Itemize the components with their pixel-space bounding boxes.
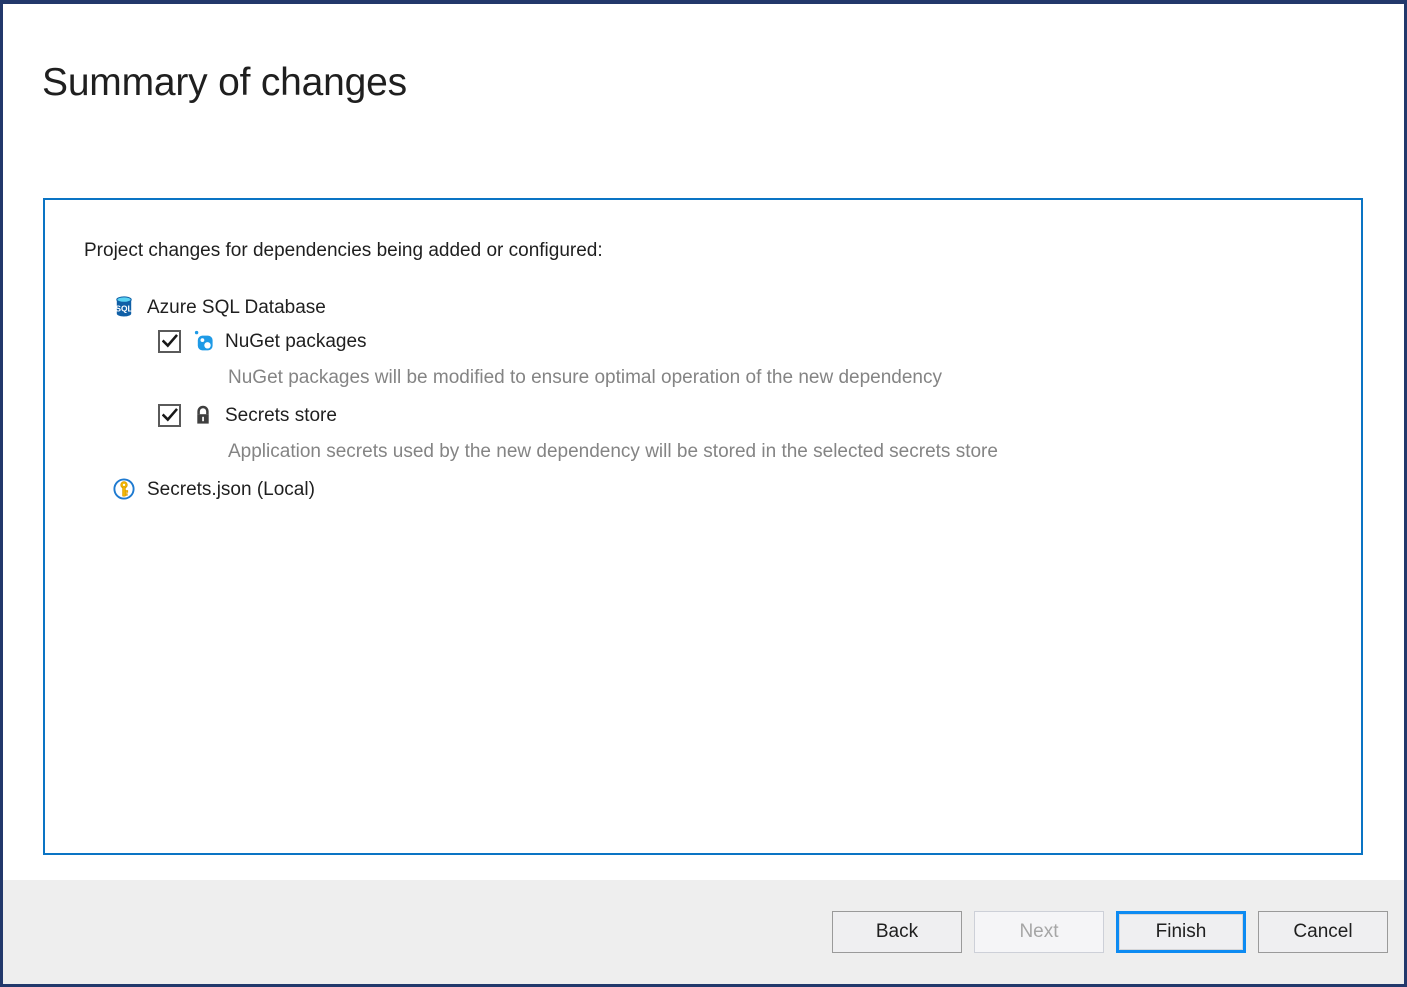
tree-item-nuget-packages[interactable]: NuGet packages xyxy=(45,324,1361,358)
tree-item-secrets-json-local[interactable]: Secrets.json (Local) xyxy=(45,472,1361,506)
finish-button[interactable]: Finish xyxy=(1116,911,1246,953)
change-tree: SQL Azure SQL Database xyxy=(45,290,1361,506)
tree-item-label: NuGet packages xyxy=(225,332,367,351)
tree-item-description: Application secrets used by the new depe… xyxy=(45,432,1361,472)
summary-of-changes-dialog: Summary of changes Project changes for d… xyxy=(0,0,1407,987)
check-icon xyxy=(162,334,178,349)
key-icon xyxy=(112,477,136,501)
check-icon xyxy=(162,408,178,423)
nuget-packages-icon xyxy=(191,329,215,353)
tree-item-azure-sql-database[interactable]: SQL Azure SQL Database xyxy=(45,290,1361,324)
nuget-packages-checkbox[interactable] xyxy=(158,330,181,353)
tree-item-label: Secrets.json (Local) xyxy=(147,480,315,499)
back-button[interactable]: Back xyxy=(832,911,962,953)
azure-sql-database-icon: SQL xyxy=(112,295,136,319)
tree-item-label: Secrets store xyxy=(225,406,337,425)
changes-panel: Project changes for dependencies being a… xyxy=(43,198,1363,855)
secrets-store-checkbox[interactable] xyxy=(158,404,181,427)
tree-item-description: NuGet packages will be modified to ensur… xyxy=(45,358,1361,398)
cancel-button[interactable]: Cancel xyxy=(1258,911,1388,953)
tree-item-secrets-store[interactable]: Secrets store xyxy=(45,398,1361,432)
dialog-body: Summary of changes Project changes for d… xyxy=(3,4,1404,880)
tree-item-label: Azure SQL Database xyxy=(147,298,326,317)
panel-intro-text: Project changes for dependencies being a… xyxy=(84,240,603,262)
svg-text:SQL: SQL xyxy=(115,303,132,313)
lock-icon xyxy=(191,403,215,427)
dialog-footer: Back Next Finish Cancel xyxy=(3,880,1404,984)
next-button: Next xyxy=(974,911,1104,953)
page-title: Summary of changes xyxy=(42,60,407,107)
